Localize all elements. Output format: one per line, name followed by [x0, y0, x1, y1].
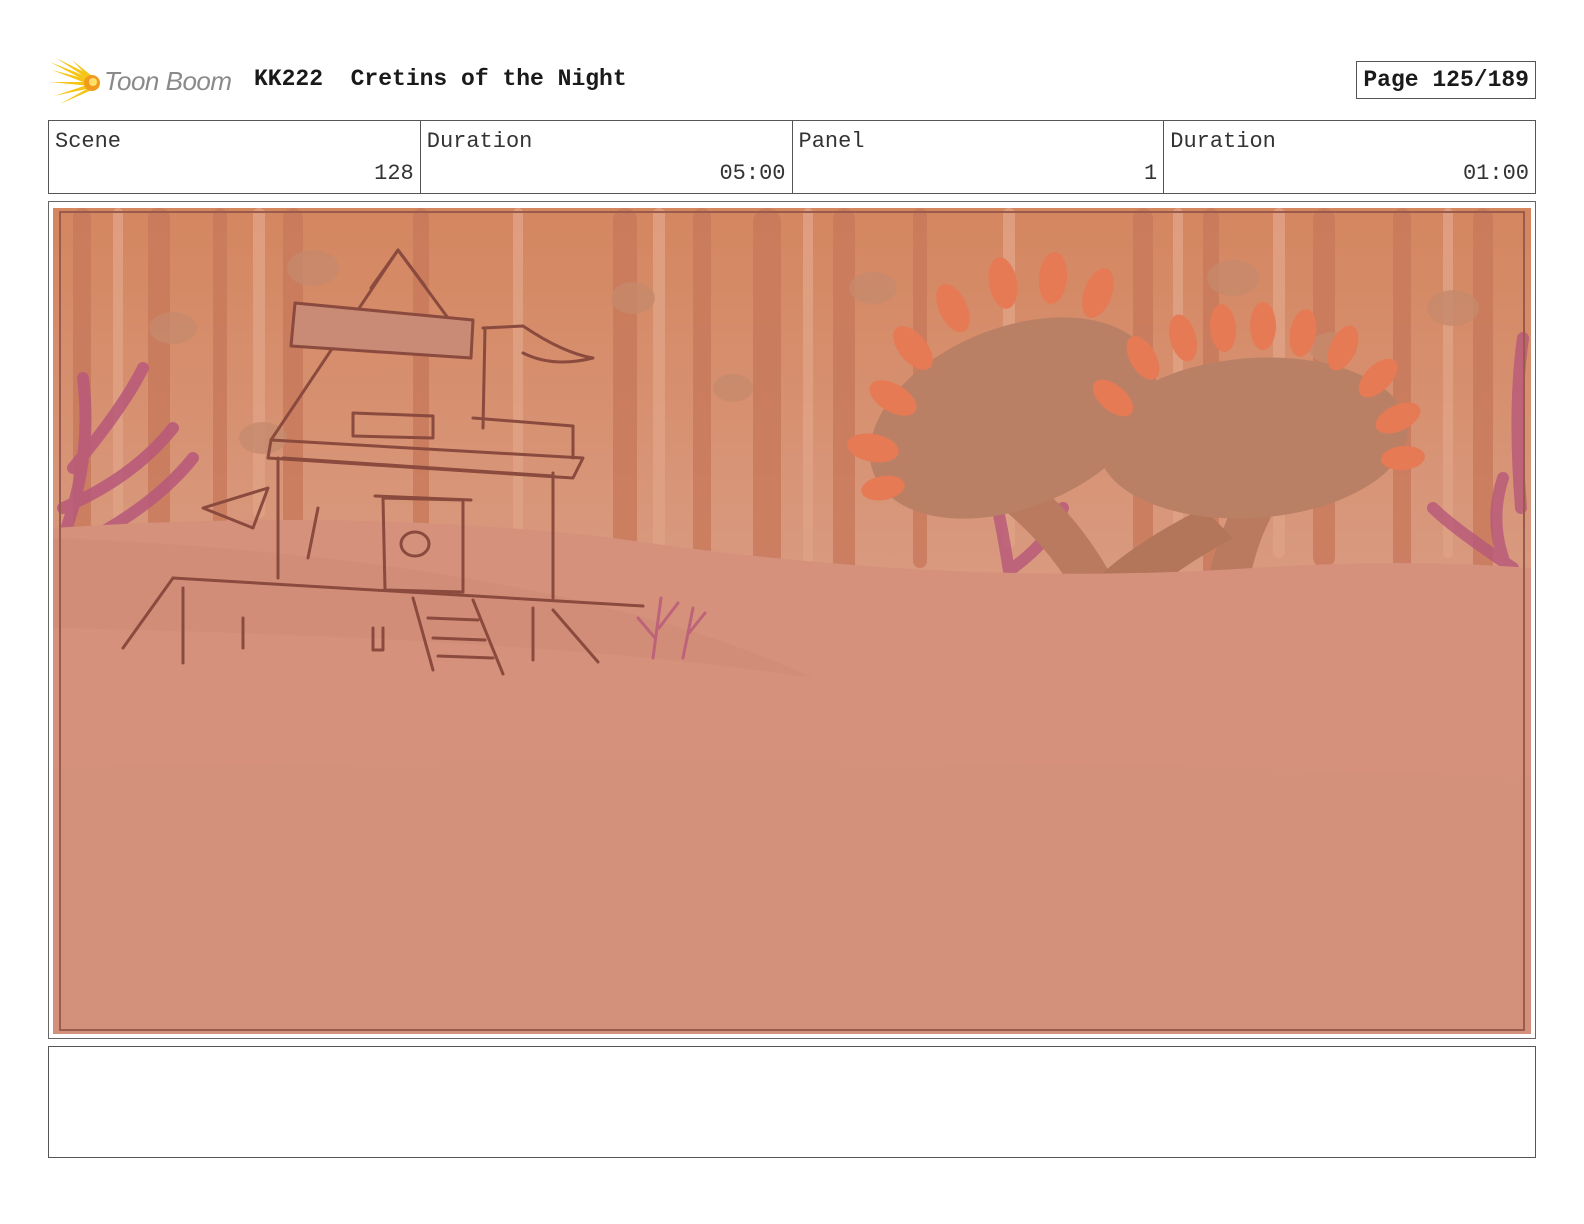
panel-label: Panel	[798, 129, 865, 154]
panel-cell: Panel 1	[793, 121, 1165, 193]
panel-duration-value: 01:00	[1462, 161, 1529, 186]
toon-boom-logo: Toon Boom	[50, 56, 236, 106]
panel-value: 1	[1144, 161, 1158, 186]
scene-label: Scene	[55, 129, 122, 154]
scene-duration-cell: Duration 05:00	[421, 121, 793, 193]
document-title: KK222 Cretins of the Night	[254, 66, 627, 92]
page-indicator: Page 125/189	[1356, 61, 1536, 99]
storyboard-panel-image	[53, 208, 1531, 1034]
storyboard-panel-frame	[48, 201, 1536, 1039]
scene-value: 128	[374, 161, 414, 186]
page-header: Toon Boom KK222 Cretins of the Night Pag…	[48, 54, 1536, 106]
scene-duration-value: 05:00	[719, 161, 786, 186]
panel-illustration	[53, 208, 1531, 1034]
toon-boom-starburst-icon	[50, 58, 100, 104]
scene-cell: Scene 128	[49, 121, 421, 193]
panel-duration-cell: Duration 01:00	[1164, 121, 1535, 193]
panel-notes-box	[48, 1046, 1536, 1158]
logo-text: Toon Boom	[104, 66, 232, 96]
near-ground-shadow	[53, 760, 1531, 1034]
panel-duration-label: Duration	[1170, 129, 1276, 154]
scene-duration-label: Duration	[426, 129, 533, 154]
scene-info-table: Scene 128 Duration 05:00 Panel 1 Duratio…	[48, 120, 1536, 194]
